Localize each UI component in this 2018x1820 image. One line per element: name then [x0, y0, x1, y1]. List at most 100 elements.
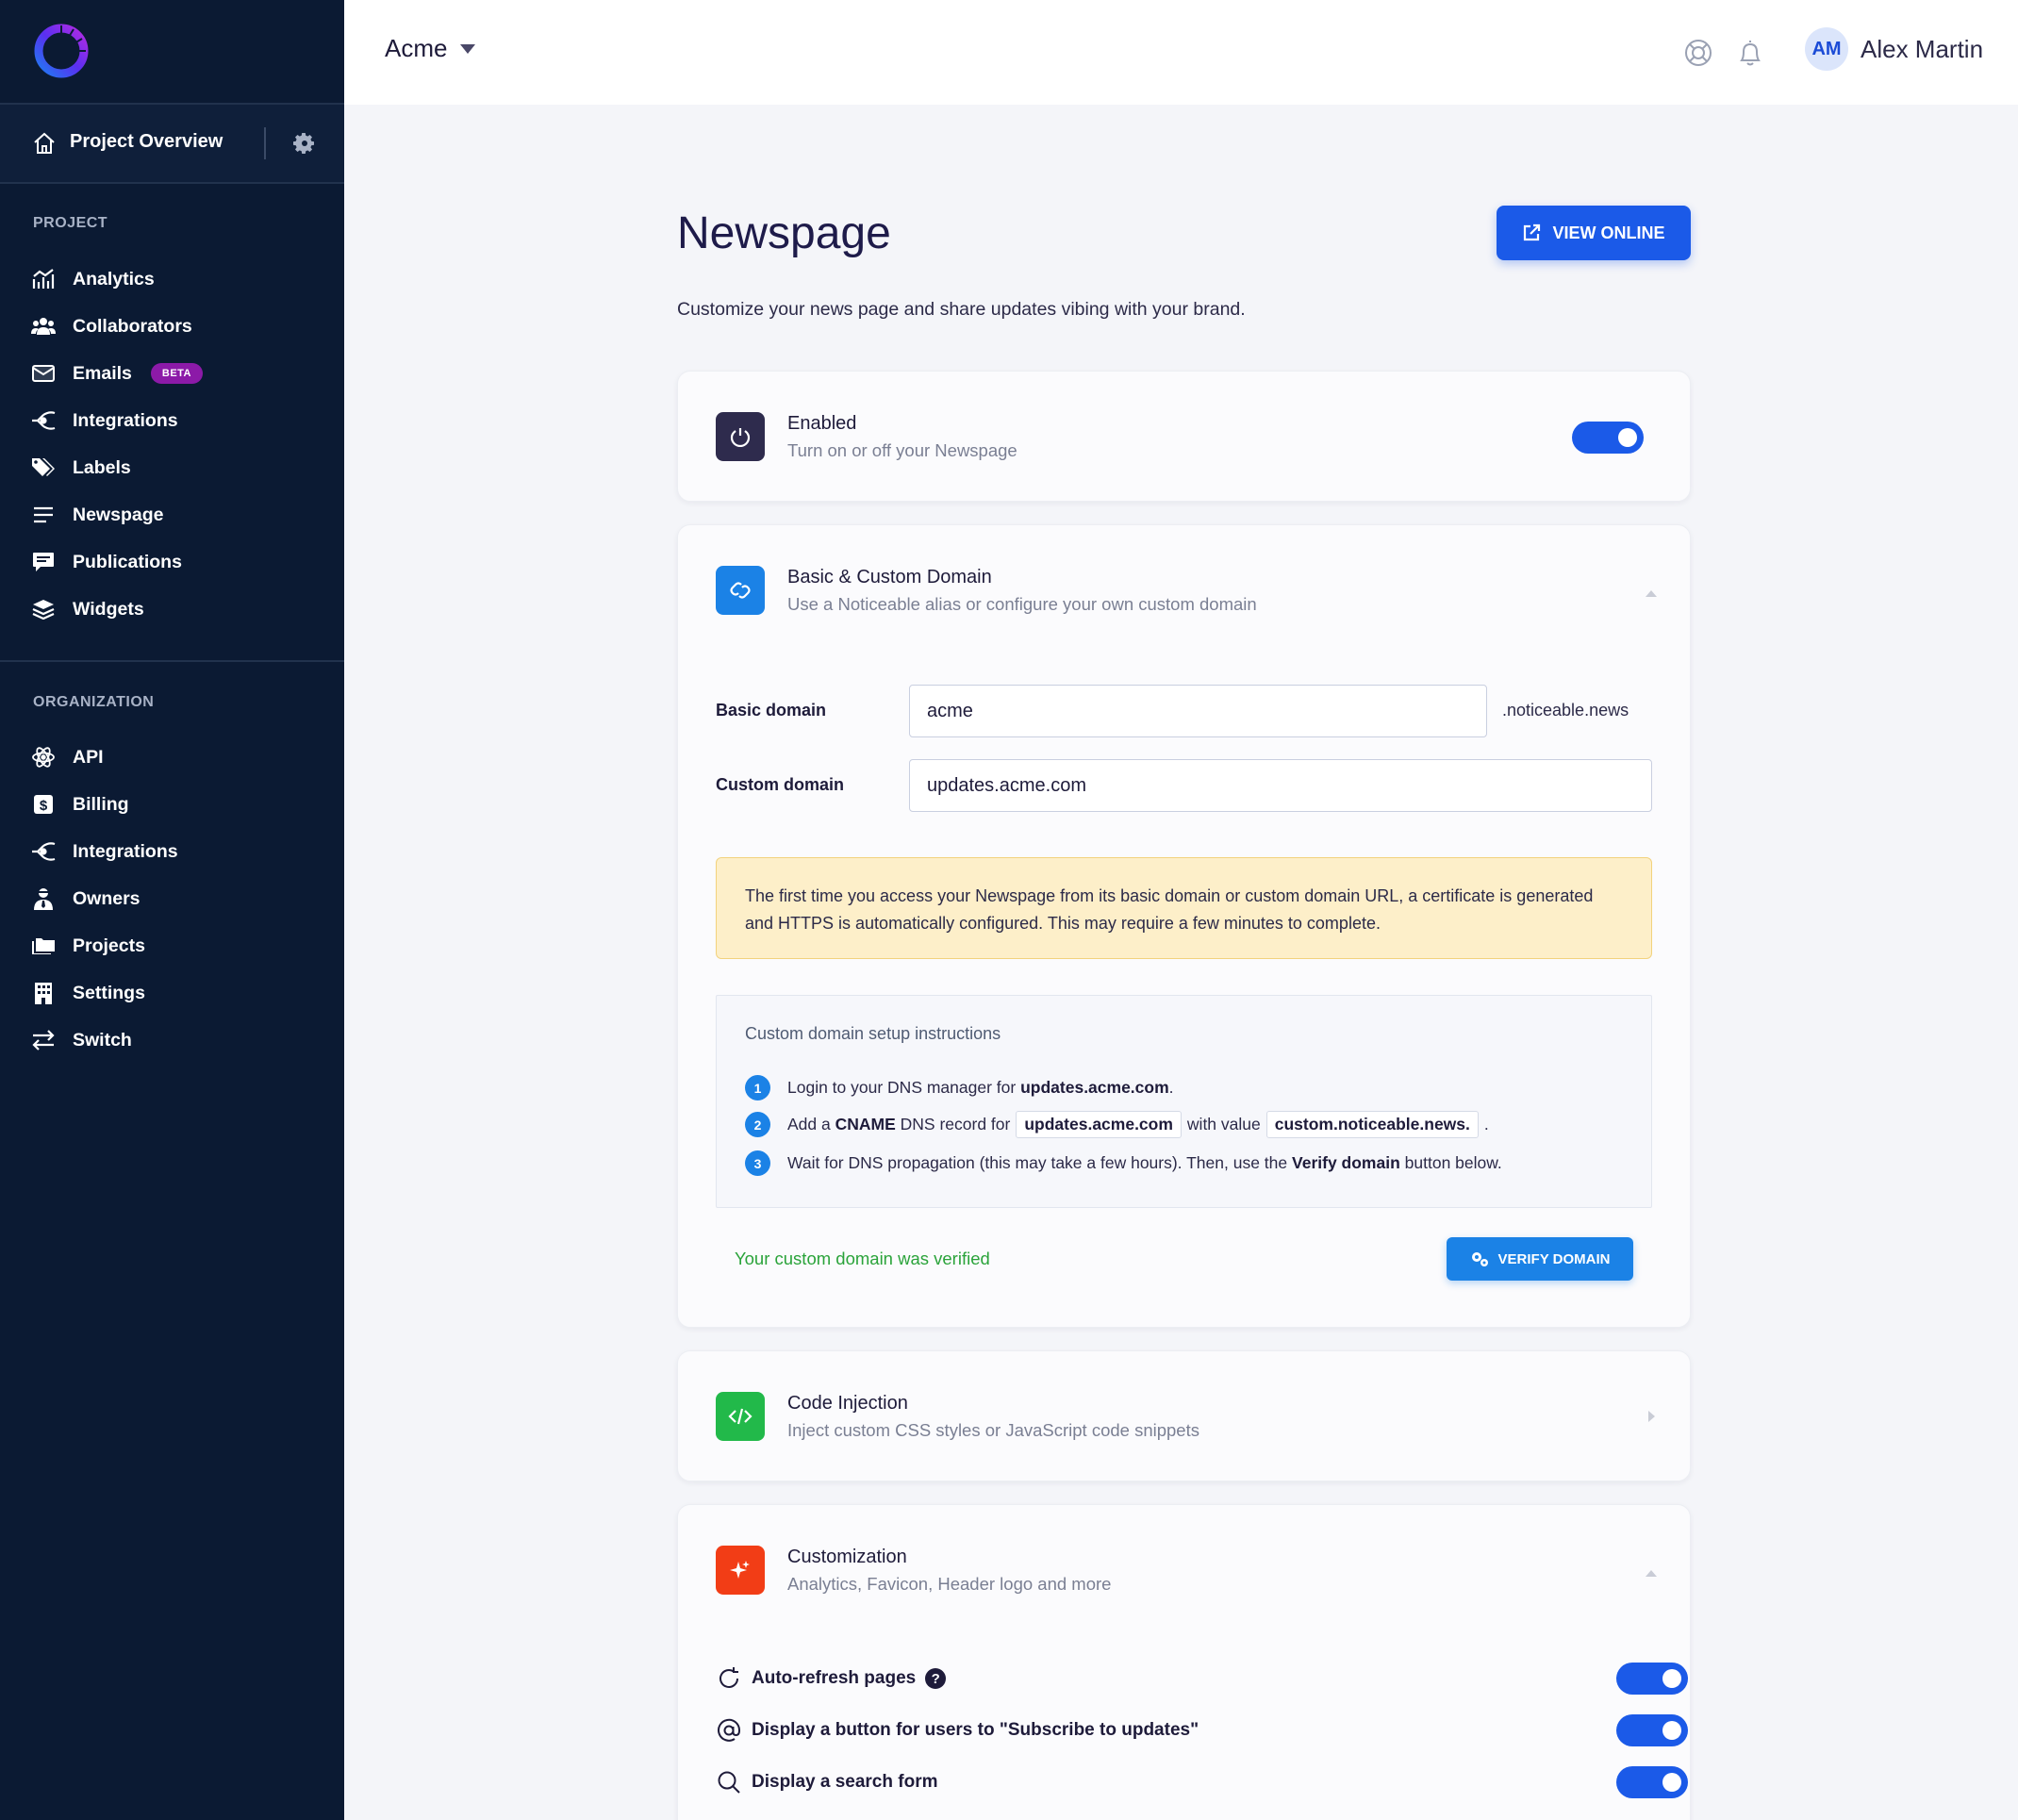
instruction-step: 1 Login to your DNS manager for updates.…	[745, 1075, 1174, 1100]
sidebar-item-projects[interactable]: Projects	[0, 925, 344, 967]
search-toggle[interactable]	[1616, 1766, 1688, 1798]
org-name: Acme	[385, 34, 448, 62]
domain-card: Basic & Custom Domain Use a Noticeable a…	[677, 524, 1691, 1328]
sparkle-icon	[716, 1546, 765, 1595]
domain-title: Basic & Custom Domain	[787, 567, 992, 587]
basic-domain-input[interactable]	[909, 685, 1487, 737]
sidebar-item-label: Integrations	[73, 840, 178, 862]
sidebar-item-label: Newspage	[73, 504, 164, 525]
gear-icon[interactable]	[292, 131, 317, 156]
sidebar-item-label: Integrations	[73, 409, 178, 431]
https-warning: The first time you access your Newspage …	[716, 857, 1652, 959]
layers-icon	[31, 597, 56, 621]
lifebuoy-icon[interactable]	[1683, 38, 1713, 68]
sidebar-item-labels[interactable]: Labels	[0, 447, 344, 488]
folders-icon	[31, 934, 56, 958]
menu-lines-icon	[31, 503, 56, 527]
external-link-icon	[1524, 223, 1541, 241]
email-icon	[31, 361, 56, 386]
home-icon	[34, 132, 55, 154]
sidebar-item-label: Projects	[73, 935, 145, 956]
option-label: Auto-refresh pages	[752, 1668, 917, 1688]
step-punct: .	[1168, 1078, 1174, 1097]
sidebar-item-emails[interactable]: Emails BETA	[0, 353, 344, 394]
sidebar-item-label: Owners	[73, 887, 141, 909]
setup-instructions: Custom domain setup instructions 1 Login…	[716, 995, 1652, 1208]
custom-domain-input[interactable]	[909, 759, 1652, 812]
code-injection-title: Code Injection	[787, 1393, 908, 1414]
project-overview-row[interactable]: Project Overview	[0, 105, 344, 184]
step-number: 3	[745, 1150, 770, 1176]
atom-icon	[31, 745, 56, 769]
view-online-label: VIEW ONLINE	[1552, 223, 1665, 242]
basic-domain-suffix: .noticeable.news	[1502, 701, 1629, 720]
auto-refresh-toggle[interactable]	[1616, 1663, 1688, 1695]
sidebar-item-label: Publications	[73, 551, 182, 572]
search-icon	[716, 1769, 742, 1795]
sidebar-item-widgets[interactable]: Widgets	[0, 588, 344, 630]
customization-card: Customization Analytics, Favicon, Header…	[677, 1504, 1691, 1820]
collaborators-icon	[31, 314, 56, 339]
enabled-toggle[interactable]	[1572, 422, 1644, 454]
sidebar-item-label: Billing	[73, 793, 129, 815]
sidebar-item-analytics[interactable]: Analytics	[0, 258, 344, 300]
subscribe-toggle[interactable]	[1616, 1714, 1688, 1746]
verify-domain-button[interactable]: VERIFY DOMAIN	[1447, 1237, 1633, 1281]
sidebar-item-newspage[interactable]: Newspage	[0, 494, 344, 536]
switch-arrows-icon	[31, 1028, 56, 1052]
option-subscribe-button: Display a button for users to "Subscribe…	[716, 1712, 1688, 1749]
option-label: Display a button for users to "Subscribe…	[752, 1720, 1199, 1740]
project-overview-label[interactable]: Project Overview	[70, 131, 223, 153]
sidebar-item-settings[interactable]: Settings	[0, 972, 344, 1014]
sidebar-item-label: Labels	[73, 456, 131, 478]
customization-title: Customization	[787, 1547, 907, 1567]
sidebar-item-api[interactable]: API	[0, 736, 344, 778]
sidebar-item-owners[interactable]: Owners	[0, 878, 344, 919]
sidebar-divider	[0, 660, 344, 662]
step-number: 1	[745, 1075, 770, 1100]
svg-text:$: $	[40, 798, 48, 814]
refresh-icon	[716, 1665, 742, 1692]
sidebar-item-collaborators[interactable]: Collaborators	[0, 306, 344, 347]
sidebar-item-label: API	[73, 746, 104, 768]
sidebar-item-switch[interactable]: Switch	[0, 1019, 344, 1061]
bell-icon[interactable]	[1736, 38, 1764, 68]
custom-domain-label: Custom domain	[716, 775, 845, 794]
chevron-up-icon[interactable]	[1646, 590, 1657, 597]
sidebar-item-integrations[interactable]: Integrations	[0, 400, 344, 441]
step-code-value[interactable]: custom.noticeable.news.	[1265, 1111, 1479, 1138]
integrations-icon	[31, 408, 56, 433]
chevron-up-icon[interactable]	[1646, 1570, 1657, 1577]
step-cname: CNAME	[835, 1115, 896, 1133]
instruction-step: 2 Add a CNAME DNS record for updates.acm…	[745, 1111, 1489, 1138]
analytics-icon	[31, 267, 56, 291]
chevron-right-icon[interactable]	[1648, 1411, 1655, 1422]
power-icon	[716, 412, 765, 461]
verify-domain-label: VERIFY DOMAIN	[1497, 1250, 1611, 1267]
org-switcher[interactable]: Acme	[385, 34, 476, 63]
page-title: Newspage	[677, 208, 891, 258]
step-domain: updates.acme.com	[1020, 1078, 1169, 1097]
comment-icon	[31, 550, 56, 574]
project-section-title: PROJECT	[33, 215, 108, 231]
instruction-step: 3 Wait for DNS propagation (this may tak…	[745, 1150, 1502, 1176]
step-text: Add a	[787, 1115, 831, 1133]
sidebar-item-publications[interactable]: Publications	[0, 541, 344, 583]
sidebar-item-billing[interactable]: $ Billing	[0, 784, 344, 825]
help-icon[interactable]: ?	[925, 1668, 947, 1689]
step-code-domain[interactable]: updates.acme.com	[1016, 1111, 1182, 1138]
option-auto-refresh: Auto-refresh pages ?	[716, 1660, 1688, 1697]
enabled-card: Enabled Turn on or off your Newspage	[677, 371, 1691, 502]
at-icon	[716, 1717, 742, 1744]
user-name[interactable]: Alex Martin	[1861, 35, 1983, 64]
step-text: Login to your DNS manager for	[787, 1078, 1017, 1097]
code-injection-card[interactable]: Code Injection Inject custom CSS styles …	[677, 1350, 1691, 1481]
app-logo[interactable]	[32, 22, 91, 80]
sidebar-item-label: Settings	[73, 982, 145, 1003]
top-bar: Acme AM Alex Martin	[344, 0, 2018, 105]
avatar[interactable]: AM	[1805, 27, 1848, 71]
beta-badge: BETA	[150, 363, 204, 384]
sidebar-item-label: Collaborators	[73, 315, 192, 337]
sidebar-item-org-integrations[interactable]: Integrations	[0, 831, 344, 872]
view-online-button[interactable]: VIEW ONLINE	[1497, 206, 1691, 260]
